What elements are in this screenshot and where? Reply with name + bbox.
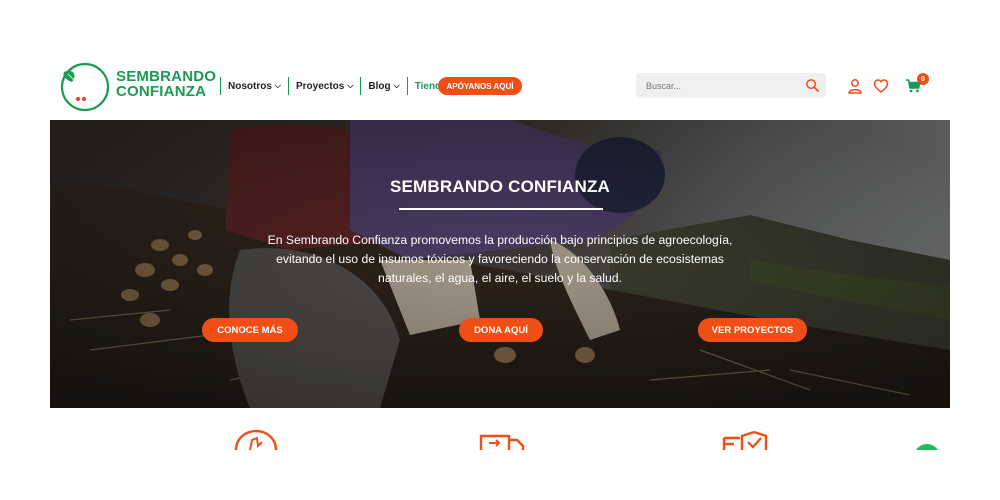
logo-leaf-icon (60, 62, 110, 112)
heart-icon[interactable] (873, 78, 889, 94)
nav-item-proyectos[interactable]: Proyectos ⌵ (287, 77, 360, 95)
nav-item-label: Nosotros (228, 80, 272, 92)
main-nav: Nosotros ⌵ Proyectos ⌵ Blog ⌵ Tienda ⌵ (220, 77, 463, 95)
hero-title: SEMBRANDO CONFIANZA (389, 177, 611, 196)
chevron-down-icon: ⌵ (393, 81, 400, 90)
hero-description: En Sembrando Confianza promovemos la pro… (255, 231, 745, 288)
brand-name-line2: CONFIANZA (116, 83, 207, 100)
cart-count-badge: 0 (917, 73, 929, 85)
hero-description-line1: En Sembrando Confianza promovemos la pro… (267, 233, 733, 247)
user-icon[interactable] (847, 78, 863, 94)
search-bar (636, 73, 826, 98)
nav-item-nosotros[interactable]: Nosotros ⌵ (220, 77, 288, 95)
hero-description-line3: naturales, el agua, el aire, el suelo y … (378, 271, 622, 285)
nav-item-label: Proyectos (295, 80, 345, 92)
conoce-mas-button[interactable]: CONOCE MÁS (202, 318, 298, 342)
shield-check-icon (722, 430, 768, 450)
chevron-down-icon: ⌵ (274, 81, 281, 90)
search-input[interactable] (636, 73, 796, 98)
support-button[interactable]: APÓYANOS AQUÍ (438, 77, 522, 95)
ver-proyectos-button[interactable]: VER PROYECTOS (698, 318, 807, 342)
hero-divider (399, 208, 603, 210)
delivery-truck-icon (479, 434, 525, 450)
chat-bubble-icon[interactable] (914, 444, 940, 450)
search-icon[interactable] (805, 78, 820, 93)
brand-logo[interactable]: SEMBRANDO CONFIANZA (58, 60, 216, 112)
hero-description-line2: evitando el uso de insumos tóxicos y fav… (276, 252, 724, 266)
nav-item-label: Blog (368, 80, 391, 92)
dona-aqui-button[interactable]: DONA AQUÍ (459, 318, 543, 342)
chevron-down-icon: ⌵ (347, 81, 354, 90)
nav-item-blog[interactable]: Blog ⌵ (360, 77, 406, 95)
brand-name-line1: SEMBRANDO (116, 68, 217, 85)
hand-plant-icon (234, 429, 278, 450)
